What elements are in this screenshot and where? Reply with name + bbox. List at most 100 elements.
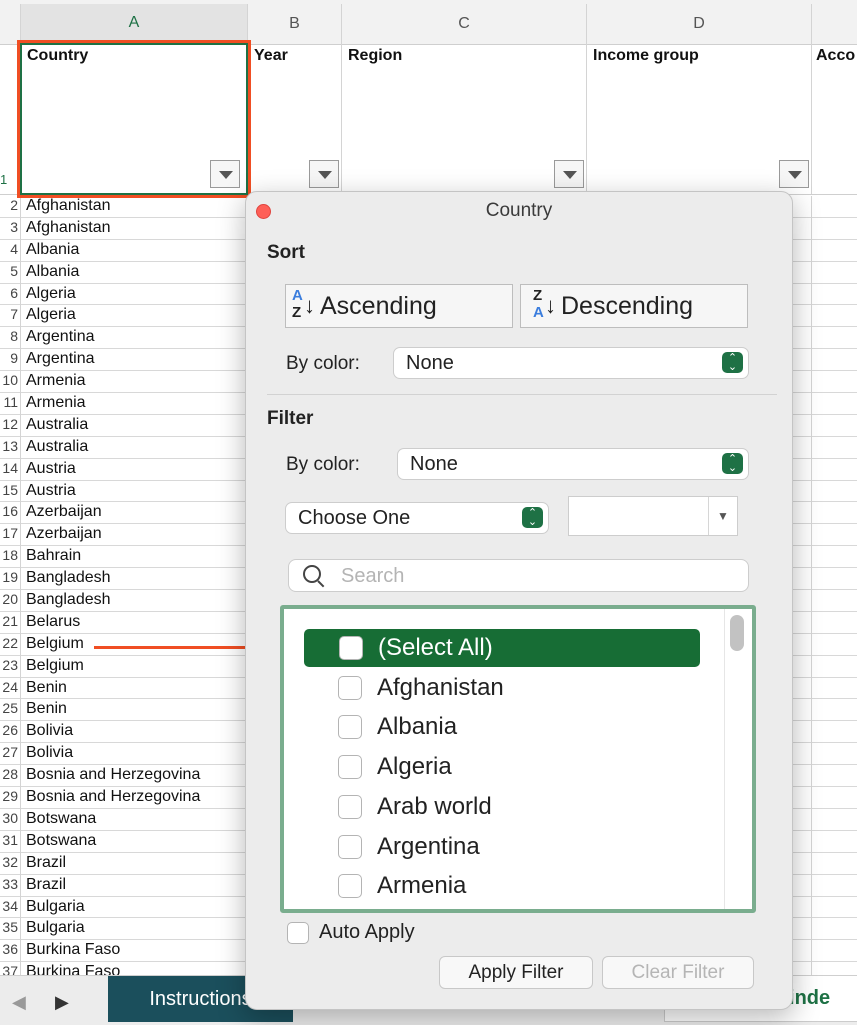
checkbox[interactable] (287, 921, 309, 944)
row-number: 11 (3, 394, 18, 411)
cell-country[interactable]: Botswana (26, 810, 96, 828)
tab-next-icon[interactable]: ▶ (55, 992, 69, 1013)
cell-country[interactable]: Belgium (26, 635, 84, 653)
row-number: 5 (10, 262, 18, 279)
filter-list-item[interactable]: Arab world (304, 788, 700, 826)
cell-country[interactable]: Austria (26, 482, 76, 500)
select-all-item[interactable]: (Select All) (304, 629, 700, 667)
search-icon (303, 565, 321, 583)
cell-country[interactable]: Albania (26, 263, 79, 281)
apply-filter-button[interactable]: Apply Filter (439, 956, 593, 989)
cell-country[interactable]: Argentina (26, 350, 95, 368)
row-number: 9 (10, 350, 18, 367)
filter-list-item[interactable]: Armenia (304, 867, 700, 905)
filter-condition-select[interactable]: Choose One ⌃ ⌄ (285, 502, 549, 534)
filter-by-color-select[interactable]: None ⌃ ⌄ (397, 448, 749, 480)
sort-ascending-button[interactable]: A Z ↓ Ascending (285, 284, 513, 328)
filter-list-item[interactable]: Albania (304, 708, 700, 746)
column-header-a[interactable]: A (20, 4, 247, 44)
row-number: 23 (2, 656, 18, 673)
cell-country[interactable]: Armenia (26, 372, 86, 390)
cell-country[interactable]: Bosnia and Herzegovina (26, 766, 200, 784)
cell-country[interactable]: Austria (26, 460, 76, 478)
filter-value-list[interactable]: (Select All) Afghanistan Albania Algeria Ara… (280, 605, 756, 913)
cell-country[interactable]: Bangladesh (26, 569, 111, 587)
column-header-e[interactable] (811, 4, 857, 44)
cell-country[interactable]: Brazil (26, 854, 66, 872)
column-header-b[interactable]: B (247, 4, 341, 44)
filter-dropdown-year[interactable] (309, 160, 339, 188)
cell-country[interactable]: Australia (26, 416, 88, 434)
cell-country[interactable]: Azerbaijan (26, 503, 102, 521)
cell-country[interactable]: Burkina Faso (26, 941, 120, 959)
row-number: 19 (2, 569, 18, 586)
header-cell-acco[interactable]: Acco (811, 44, 857, 194)
sort-heading: Sort (267, 242, 305, 263)
search-input[interactable]: Search (288, 559, 749, 592)
column-header-d[interactable]: D (586, 4, 811, 44)
tab-prev-icon[interactable]: ◀ (12, 992, 26, 1013)
filter-dropdown-income-group[interactable] (779, 160, 809, 188)
clear-filter-button[interactable]: Clear Filter (602, 956, 754, 989)
cell-country[interactable]: Algeria (26, 306, 76, 324)
cell-country[interactable]: Belgium (26, 657, 84, 675)
header-cell-income-group[interactable]: Income group (586, 44, 811, 194)
cell-country[interactable]: Albania (26, 241, 79, 259)
chevron-down-icon[interactable]: ▼ (708, 497, 737, 535)
row-number: 27 (2, 744, 18, 761)
column-header-c[interactable]: C (341, 4, 586, 44)
cell-country[interactable]: Australia (26, 438, 88, 456)
filter-list-item[interactable]: Afghanistan (304, 669, 700, 707)
row-number: 3 (10, 218, 18, 235)
filter-list-item[interactable]: Argentina (304, 828, 700, 866)
cell-country[interactable]: Bangladesh (26, 591, 111, 609)
cell-country[interactable]: Azerbaijan (26, 525, 102, 543)
cell-country[interactable]: Argentina (26, 328, 95, 346)
cell-country[interactable]: Armenia (26, 394, 86, 412)
cell-country[interactable]: Bulgaria (26, 898, 85, 916)
cell-country[interactable]: Bolivia (26, 744, 73, 762)
row-number: 16 (2, 503, 18, 520)
cell-country[interactable]: Burkina Faso (26, 963, 120, 975)
cell-country[interactable]: Brazil (26, 876, 66, 894)
checkbox[interactable] (338, 874, 362, 899)
cell-country[interactable]: Benin (26, 700, 67, 718)
cell-country[interactable]: Bulgaria (26, 919, 85, 937)
gridline (20, 196, 21, 975)
cell-country[interactable]: Bosnia and Herzegovina (26, 788, 200, 806)
checkbox[interactable] (338, 755, 362, 780)
scrollbar-thumb[interactable] (730, 615, 744, 651)
header-cell-year[interactable]: Year (247, 44, 341, 194)
row-number: 26 (2, 722, 18, 739)
checkbox[interactable] (338, 794, 362, 819)
stepper-icon: ⌃ ⌄ (722, 352, 743, 373)
filter-list-item[interactable]: Algeria (304, 748, 700, 786)
scrollbar[interactable] (724, 609, 749, 909)
row-number: 22 (2, 634, 18, 651)
filter-value-combobox[interactable]: ▼ (568, 496, 738, 536)
cell-country[interactable]: Algeria (26, 285, 76, 303)
header-cell-region[interactable]: Region (341, 44, 586, 194)
stepper-icon: ⌃ ⌄ (522, 507, 543, 528)
filter-condition-value: Choose One (298, 506, 411, 529)
row-number: 36 (2, 941, 18, 958)
filter-dropdown-region[interactable] (554, 160, 584, 188)
filter-list-item-label: Armenia (377, 872, 467, 900)
cell-country[interactable]: Afghanistan (26, 197, 111, 215)
cell-country[interactable]: Belarus (26, 613, 80, 631)
cell-country[interactable]: Botswana (26, 832, 96, 850)
checkbox[interactable] (339, 636, 363, 660)
sort-descending-icon: Z A ↓ (533, 287, 556, 321)
cell-country[interactable]: Bahrain (26, 547, 81, 565)
filter-list-item-label: Arab world (377, 792, 492, 820)
cell-country[interactable]: Afghanistan (26, 219, 111, 237)
checkbox[interactable] (338, 715, 362, 740)
auto-apply-checkbox[interactable]: Auto Apply (287, 921, 415, 944)
cell-country[interactable]: Benin (26, 679, 67, 697)
checkbox[interactable] (338, 834, 362, 859)
stepper-icon: ⌃ ⌄ (722, 453, 743, 474)
cell-country[interactable]: Bolivia (26, 722, 73, 740)
checkbox[interactable] (338, 675, 362, 700)
sort-descending-button[interactable]: Z A ↓ Descending (520, 284, 748, 328)
sort-by-color-select[interactable]: None ⌃ ⌄ (393, 347, 749, 379)
